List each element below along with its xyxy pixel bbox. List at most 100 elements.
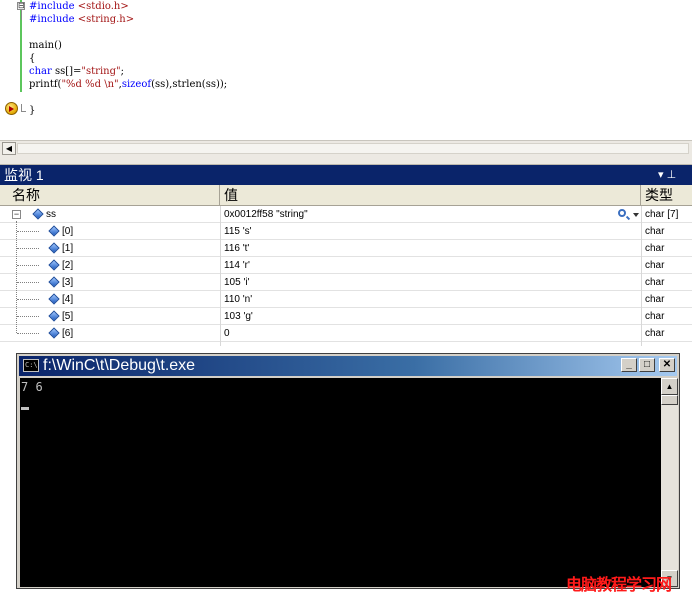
visualizer-search-icon[interactable] — [618, 209, 626, 217]
editor-horizontal-scrollbar[interactable]: ◀ — [0, 140, 692, 156]
console-title-bar[interactable]: C:\ f:\WinC\t\Debug\t.exe _ □ ✕ — [19, 356, 677, 376]
tree-guide-branch — [17, 333, 39, 334]
column-header-name[interactable]: 名称 — [8, 185, 220, 206]
watch-row-name: ss — [46, 209, 56, 220]
watch-row-type: char — [645, 311, 665, 322]
code-line[interactable]: } — [29, 104, 35, 117]
watch-row-type: char — [645, 243, 665, 254]
watch-row[interactable]: [0] 115 's' char — [0, 223, 692, 240]
pin-dropdown-icon[interactable]: ▾ ⊥ — [658, 165, 676, 185]
watch-row-name: [3] — [62, 277, 74, 288]
watch-row-value[interactable]: 110 'n' — [224, 291, 614, 308]
code-line[interactable]: #include <string.h> — [29, 13, 134, 26]
pane-splitter[interactable] — [0, 156, 692, 165]
console-output[interactable]: 7 6 — [20, 378, 661, 587]
watch-window-title-bar[interactable]: 监视 1 ▾ ⊥ — [0, 165, 692, 185]
variable-icon — [48, 225, 60, 237]
watch-row-value[interactable]: 0 — [224, 325, 614, 342]
watch-row[interactable]: [4] 110 'n' char — [0, 291, 692, 308]
variable-icon — [48, 293, 60, 305]
minimize-button[interactable]: _ — [621, 358, 637, 372]
watch-row-name: [2] — [62, 260, 74, 271]
code-token: char — [29, 66, 52, 77]
watch-row-type: char — [645, 294, 665, 305]
variable-icon — [48, 276, 60, 288]
code-token: (ss),strlen(ss)); — [151, 79, 228, 90]
watch-row-name: [0] — [62, 226, 74, 237]
visualizer-dropdown-icon[interactable] — [633, 213, 639, 217]
column-header-value[interactable]: 值 — [220, 185, 641, 206]
code-token: sizeof — [121, 79, 152, 90]
variable-icon — [48, 259, 60, 271]
code-token: "%d %d \n" — [61, 79, 119, 90]
watch-row-value[interactable]: 103 'g' — [224, 308, 614, 325]
variable-icon — [48, 310, 60, 322]
outline-guide-end — [21, 104, 26, 112]
scroll-up-button[interactable]: ▲ — [661, 378, 678, 395]
code-token: <string.h> — [77, 14, 135, 25]
close-button[interactable]: ✕ — [659, 358, 675, 372]
column-header-type[interactable]: 类型 — [641, 185, 692, 206]
console-vertical-scrollbar[interactable]: ▲ ▼ — [661, 378, 678, 587]
watch-row-name: [5] — [62, 311, 74, 322]
watch-row-value[interactable]: 115 's' — [224, 223, 614, 240]
variable-icon — [48, 327, 60, 339]
watch-row[interactable]: [6] 0 char — [0, 325, 692, 342]
code-token: ; — [120, 66, 124, 77]
watch-row[interactable]: [1] 116 't' char — [0, 240, 692, 257]
console-window[interactable]: C:\ f:\WinC\t\Debug\t.exe _ □ ✕ 7 6 ▲ ▼ — [16, 353, 680, 589]
watch-window-title: 监视 1 — [4, 167, 44, 183]
code-token: { — [29, 53, 36, 64]
variable-icon — [48, 242, 60, 254]
maximize-button[interactable]: □ — [639, 358, 655, 372]
watch-row[interactable]: [3] 105 'i' char — [0, 274, 692, 291]
column-separator — [641, 206, 642, 346]
code-token: printf( — [29, 79, 62, 90]
scrollbar-thumb[interactable] — [661, 395, 678, 405]
watch-row[interactable]: [5] 103 'g' char — [0, 308, 692, 325]
code-line[interactable]: char ss[]="string"; — [29, 65, 124, 78]
watch-column-header: 名称 值 类型 — [0, 185, 692, 206]
variable-icon — [32, 208, 44, 220]
watch-row-value[interactable]: 0x0012ff58 "string" — [224, 206, 614, 223]
code-editor[interactable]: ⊟ #include <stdio.h> #include <string.h> m… — [0, 0, 692, 140]
tree-guide-branch — [17, 282, 39, 283]
code-line[interactable]: printf("%d %d \n",sizeof(ss),strlen(ss))… — [29, 78, 227, 91]
code-token: #include — [29, 14, 78, 25]
editor-gutter[interactable] — [0, 0, 20, 140]
current-statement-arrow-icon — [5, 102, 18, 115]
watch-row-name: [4] — [62, 294, 74, 305]
watch-row-value[interactable]: 116 't' — [224, 240, 614, 257]
watch-row-type: char — [645, 226, 665, 237]
console-app-icon[interactable]: C:\ — [23, 359, 39, 372]
code-line[interactable]: { — [29, 52, 35, 65]
tree-guide-branch — [17, 265, 39, 266]
code-token: "string" — [81, 66, 121, 77]
outline-collapse-toggle[interactable]: ⊟ — [17, 2, 25, 10]
watch-row-type: char — [645, 260, 665, 271]
tree-guide-branch — [17, 248, 39, 249]
collapse-toggle[interactable]: − — [12, 210, 21, 219]
code-token: } — [29, 105, 36, 116]
code-token: <stdio.h> — [77, 1, 129, 12]
code-token: ss[]= — [51, 66, 82, 77]
watch-row[interactable]: − ss 0x0012ff58 "string" char [7] — [0, 206, 692, 223]
outline-guide-line — [21, 10, 22, 20]
scrollbar-thumb[interactable] — [17, 143, 689, 154]
watch-row-type: char [7] — [645, 209, 679, 220]
console-cursor — [21, 407, 29, 410]
watch-row-type: char — [645, 328, 665, 339]
tree-guide-branch — [17, 231, 39, 232]
watch-row-name: [1] — [62, 243, 74, 254]
scroll-left-button[interactable]: ◀ — [2, 142, 16, 155]
console-title: f:\WinC\t\Debug\t.exe — [43, 357, 196, 374]
watch-row-value[interactable]: 114 'r' — [224, 257, 614, 274]
watch-row[interactable]: [2] 114 'r' char — [0, 257, 692, 274]
watch-row-name: [6] — [62, 328, 74, 339]
code-line[interactable]: #include <stdio.h> — [29, 0, 129, 13]
column-separator — [220, 206, 221, 346]
tree-guide-branch — [17, 316, 39, 317]
watch-row-value[interactable]: 105 'i' — [224, 274, 614, 291]
tree-guide-branch — [17, 299, 39, 300]
code-line[interactable]: main() — [29, 39, 62, 52]
